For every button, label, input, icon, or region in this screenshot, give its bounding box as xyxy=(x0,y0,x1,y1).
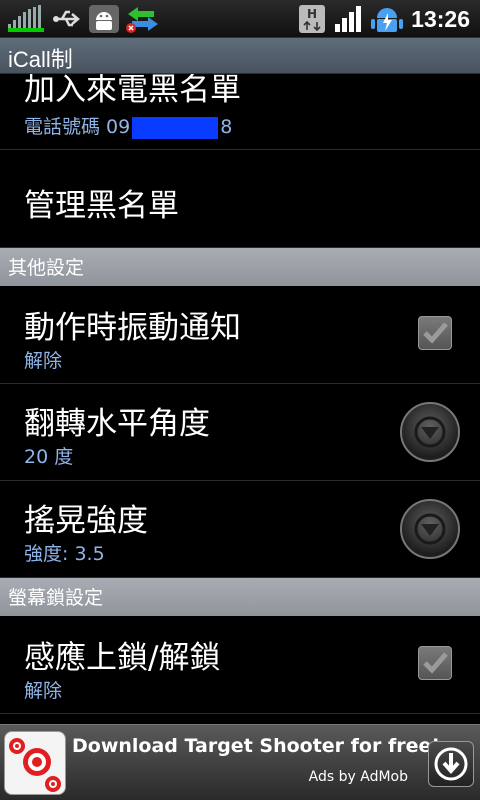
ad-thumbnail[interactable] xyxy=(4,731,66,795)
pref-vibrate-summary: 解除 xyxy=(24,350,63,372)
battery-charging-icon xyxy=(371,8,403,32)
sense-lock-checkbox[interactable] xyxy=(418,646,452,680)
pref-flip-summary: 20 度 xyxy=(24,446,74,468)
download-icon xyxy=(434,747,468,781)
chevron-down-icon xyxy=(414,513,446,545)
phone-number-prefix: 電話號碼 09 xyxy=(24,116,131,138)
pref-shake-title: 搖晃強度 xyxy=(24,503,148,539)
pref-sense-lock[interactable]: 感應上鎖/解鎖 解除 xyxy=(0,616,480,714)
android-debug-icon xyxy=(89,5,119,33)
status-clock: 13:26 xyxy=(411,6,470,32)
category-other-label: 其他設定 xyxy=(8,257,85,279)
pref-blacklist-add-summary: 電話號碼 09 8 xyxy=(24,112,232,139)
shake-strength-dropdown[interactable] xyxy=(400,499,460,559)
pref-blacklist-add-title: 加入來電黑名單 xyxy=(24,74,241,108)
svg-text:H: H xyxy=(307,7,317,21)
app-title: iCall制 xyxy=(8,47,73,72)
pref-shake-strength[interactable]: 搖晃強度 強度: 3.5 xyxy=(0,481,480,578)
checkmark-icon xyxy=(423,322,448,344)
checkmark-icon xyxy=(423,652,448,674)
pref-flip-title: 翻轉水平角度 xyxy=(24,406,210,442)
pref-shake-summary: 強度: 3.5 xyxy=(24,543,105,565)
phone-redaction xyxy=(132,116,219,139)
pref-vibrate-notify[interactable]: 動作時振動通知 解除 xyxy=(0,286,480,384)
pref-manage-blacklist[interactable]: 管理黑名單 xyxy=(0,150,480,248)
ad-download-button[interactable] xyxy=(428,741,474,787)
ad-attribution: Ads by AdMob xyxy=(308,769,408,785)
sync-icon xyxy=(126,7,158,33)
pref-manage-blacklist-title: 管理黑名單 xyxy=(24,188,179,224)
flip-angle-dropdown[interactable] xyxy=(400,402,460,462)
category-lock-label: 螢幕鎖設定 xyxy=(8,587,104,609)
ad-banner[interactable]: Download Target Shooter for free! Ads by… xyxy=(0,724,480,800)
usb-icon xyxy=(53,10,80,27)
vibrate-checkbox[interactable] xyxy=(418,316,452,350)
phone-number-suffix: 8 xyxy=(220,116,233,138)
pref-blacklist-add[interactable]: 加入來電黑名單 電話號碼 09 8 xyxy=(0,74,480,150)
hspa-icon: H xyxy=(299,5,325,33)
ad-title[interactable]: Download Target Shooter for free! xyxy=(72,735,440,757)
pref-sense-lock-summary: 解除 xyxy=(24,680,63,702)
pref-flip-angle[interactable]: 翻轉水平角度 20 度 xyxy=(0,384,480,481)
status-bar: H 13:26 xyxy=(0,0,480,38)
preference-list[interactable]: 加入來電黑名單 電話號碼 09 8 管理黑名單 其他設定 動作時振動通知 解除 翻… xyxy=(0,74,480,724)
target-icon xyxy=(9,738,61,792)
pref-vibrate-title: 動作時振動通知 xyxy=(24,310,241,346)
category-screen-lock: 螢幕鎖設定 xyxy=(0,578,480,616)
pref-sense-lock-title: 感應上鎖/解鎖 xyxy=(24,640,221,676)
category-other-settings: 其他設定 xyxy=(0,248,480,286)
signal-bars-icon xyxy=(8,5,44,32)
chevron-down-icon xyxy=(414,416,446,448)
title-bar: iCall制 xyxy=(0,38,480,74)
cell-signal-icon xyxy=(335,6,361,32)
